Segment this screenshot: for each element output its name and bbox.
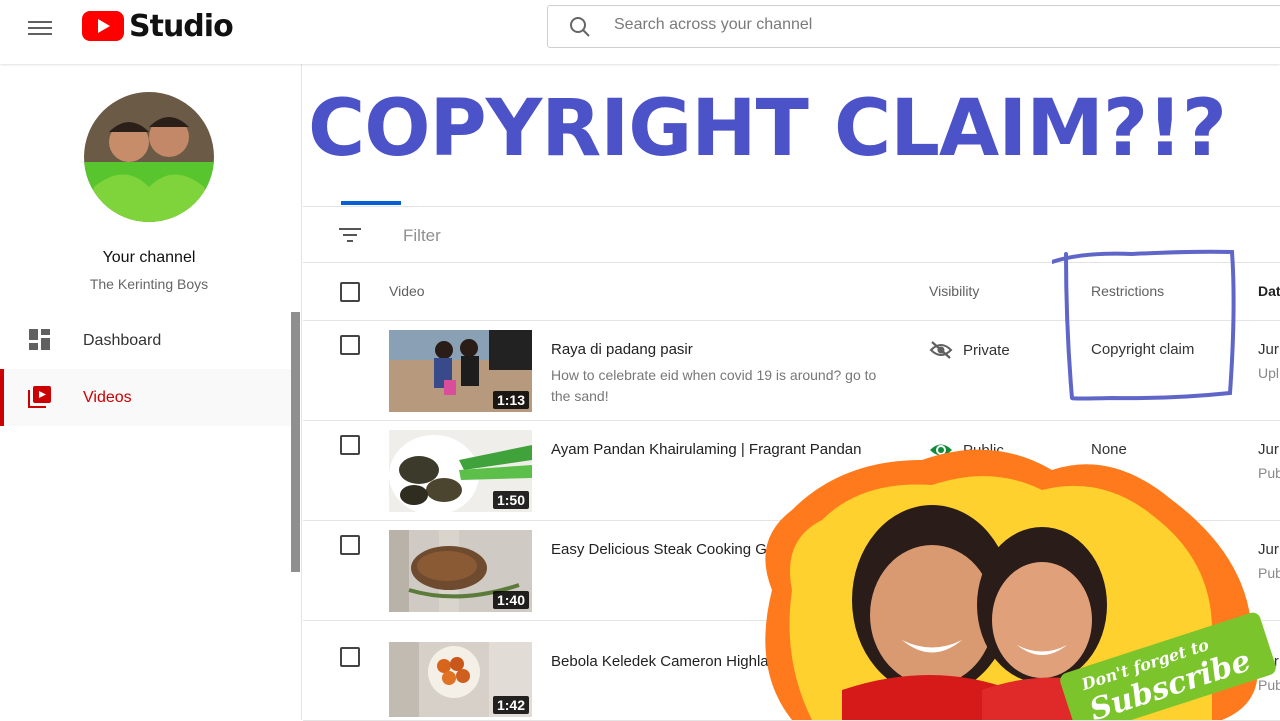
video-duration: 1:42 <box>492 696 529 714</box>
sidebar-item-dashboard[interactable]: Dashboard <box>0 312 291 369</box>
dashboard-icon <box>29 329 50 350</box>
video-duration: 1:50 <box>492 491 529 509</box>
logo-text: Studio <box>129 8 234 44</box>
sidebar-item-videos[interactable]: Videos <box>0 369 291 426</box>
sidebar: Your channel The Kerinting Boys Dashboar… <box>0 64 302 720</box>
active-tab-indicator <box>341 201 401 205</box>
video-title[interactable]: Easy Delicious Steak Cooking Go <box>551 541 775 558</box>
sidebar-item-label: Videos <box>83 388 132 406</box>
search-icon[interactable] <box>568 15 592 39</box>
visibility-cell[interactable]: Private <box>929 340 1010 360</box>
row-checkbox[interactable] <box>340 647 360 667</box>
select-all-checkbox[interactable] <box>340 282 360 302</box>
video-thumbnail[interactable]: 1:13 <box>389 330 532 412</box>
video-duration: 1:40 <box>492 591 529 609</box>
sidebar-item-label: Dashboard <box>83 331 162 349</box>
date-label: Jur <box>1258 341 1279 358</box>
row-checkbox[interactable] <box>340 535 360 555</box>
filter-icon[interactable] <box>339 227 361 243</box>
video-thumbnail[interactable]: 1:42 <box>389 642 532 717</box>
top-bar: Studio <box>0 0 1280 64</box>
column-header-visibility[interactable]: Visibility <box>929 283 979 299</box>
hamburger-menu-icon[interactable] <box>28 18 52 36</box>
visibility-off-icon <box>929 341 953 359</box>
search-input[interactable] <box>614 16 1214 34</box>
video-description: How to celebrate eid when covid 19 is ar… <box>551 367 877 404</box>
row-checkbox[interactable] <box>340 435 360 455</box>
studio-logo[interactable]: Studio <box>82 8 234 44</box>
channel-avatar[interactable] <box>84 92 214 222</box>
video-title[interactable]: Raya di padang pasir <box>551 341 693 358</box>
video-thumbnail[interactable]: 1:40 <box>389 530 532 612</box>
sidebar-scrollbar[interactable] <box>291 312 300 572</box>
column-header-date[interactable]: Dat <box>1258 283 1280 299</box>
visibility-label: Private <box>963 341 1010 359</box>
row-checkbox[interactable] <box>340 335 360 355</box>
video-title[interactable]: Bebola Keledek Cameron Highlar <box>551 653 774 670</box>
date-status-label: Upl <box>1258 365 1280 381</box>
search-box[interactable] <box>547 5 1280 48</box>
channel-title: Your channel <box>102 249 196 266</box>
restrictions-highlight-annotation <box>1052 249 1236 401</box>
subscribe-promo-sticker: Don't forget to Subscribe <box>765 449 1276 720</box>
youtube-play-icon <box>82 11 124 41</box>
video-duration: 1:13 <box>492 391 529 409</box>
video-thumbnail[interactable]: 1:50 <box>389 430 532 512</box>
overlay-headline: COPYRIGHT CLAIM?!? <box>308 84 1227 174</box>
videos-icon <box>28 386 51 408</box>
column-header-video[interactable]: Video <box>389 283 425 299</box>
filter-input[interactable] <box>403 226 624 246</box>
channel-name: The Kerinting Boys <box>89 276 209 292</box>
